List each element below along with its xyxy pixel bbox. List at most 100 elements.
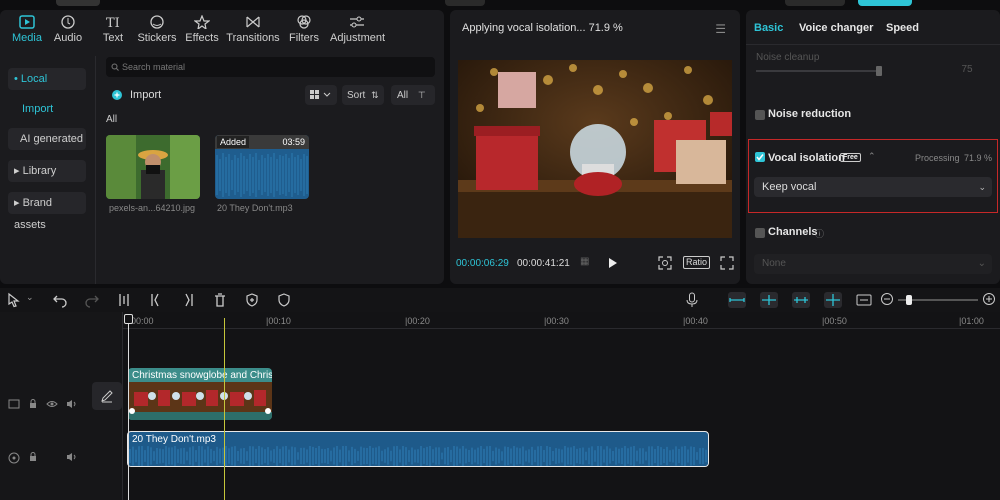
clip-handle-left[interactable] [129,408,135,414]
tab-label: Effects [185,32,219,44]
shield-plus-icon[interactable] [244,292,260,308]
tab-basic[interactable]: Basic [754,22,783,34]
audio-clip[interactable]: 20 They Don't.mp3 [127,431,709,467]
split-left-icon[interactable] [148,292,164,308]
tab-voice-changer[interactable]: Voice changer [799,22,873,34]
delete-icon[interactable] [212,292,228,308]
edit-cover-button[interactable] [92,382,122,410]
sidebar-item-library[interactable]: ▸ Library [8,160,86,182]
microphone-icon[interactable] [684,292,700,308]
audio-waveform [128,446,708,466]
info-icon[interactable]: ⓘ [815,227,824,240]
sort-icon: ⇅ [371,90,379,100]
eye-icon[interactable] [46,399,58,409]
lock-icon[interactable] [28,399,38,409]
ruler-label: 00:00 [131,316,154,326]
keep-vocal-select[interactable]: Keep vocal ⌄ [754,177,992,197]
fit-screen-icon[interactable] [658,256,672,270]
slider-handle[interactable] [876,66,882,76]
section-label-all: All [106,114,118,125]
waveform-icon [216,153,308,197]
asset-thumbnail-photo[interactable] [106,135,200,199]
filter-button[interactable]: All ⊤ [391,85,435,105]
vocal-isolation-checkbox[interactable] [755,152,765,162]
snap-toggle[interactable] [792,292,810,308]
split-icon[interactable] [116,292,132,308]
text-icon: TI [106,16,120,29]
zoom-in-icon[interactable] [982,292,998,308]
caption-icon[interactable] [856,292,872,308]
noise-cleanup-slider[interactable] [756,70,880,72]
playhead-handle[interactable] [124,314,133,324]
speaker-icon[interactable] [66,452,78,462]
view-mode-button[interactable] [305,85,337,105]
tab-speed[interactable]: Speed [886,22,919,34]
play-icon[interactable] [606,257,618,269]
redo-icon[interactable] [84,292,100,308]
tab-filters[interactable]: Filters [277,10,331,58]
asset-name: pexels-an...64210.jpg [109,203,196,213]
speaker-icon[interactable] [66,399,78,409]
magnet-toggle[interactable] [760,292,778,308]
media-panel: Media Audio TI Text Stickers Effects Tra… [0,10,444,284]
transitions-icon [246,16,260,28]
lock-icon[interactable] [28,452,38,462]
sort-button[interactable]: Sort ⇅ [342,85,384,105]
chevron-up-icon[interactable]: ⌃ [868,151,876,162]
tab-label: Filters [289,32,319,44]
sidebar-item-local[interactable]: • Local [8,68,86,90]
search-input[interactable]: Search material [106,57,435,77]
export-button[interactable] [858,0,912,6]
properties-panel: Basic Voice changer Speed Noise cleanup … [746,10,1000,284]
ratio-button[interactable]: Ratio [683,256,711,269]
zoom-out-icon[interactable] [880,292,896,308]
timeline: 00:00 |00:10 |00:20 |00:30 |00:40 |00:50… [0,312,1000,500]
ruler-label: |01:00 [959,316,984,326]
split-right-icon[interactable] [180,292,196,308]
project-title [445,0,485,6]
menu-button[interactable] [56,0,100,6]
tab-effects[interactable]: Effects [175,10,229,58]
link-toggle[interactable] [728,292,746,308]
fullscreen-icon[interactable] [720,256,734,270]
tab-adjustment[interactable]: Adjustment [330,10,385,58]
shortcut-button[interactable] [785,0,845,6]
video-frame-image [458,60,732,238]
vocal-isolation-label: Vocal isolation [768,152,845,164]
media-icon [19,15,35,29]
channels-value: None [762,258,786,269]
import-button[interactable]: Import [106,85,168,105]
pointer-icon[interactable] [6,292,22,308]
filter-label: All [397,90,409,101]
preview-axis-toggle[interactable] [824,292,842,308]
clip-handle-right[interactable] [265,408,271,414]
sidebar-item-ai-generated[interactable]: AI generated [8,128,86,150]
tab-transitions[interactable]: Transitions [226,10,280,58]
zoom-slider-handle[interactable] [906,295,912,305]
menu-icon[interactable]: ☰ [715,22,726,36]
asset-thumbnail-audio[interactable]: Added 03:59 [215,135,309,199]
chevron-down-icon[interactable]: ⌄ [26,292,42,308]
photo-thumbnail-image [106,135,200,199]
adjustment-icon [350,16,364,28]
sidebar-item-brand-assets[interactable]: ▸ Brand assets [8,192,86,231]
channels-checkbox[interactable] [755,228,765,238]
ruler-label: |00:40 [683,316,708,326]
undo-icon[interactable] [52,292,68,308]
snap-icon [794,297,808,303]
sidebar-item-import[interactable]: Import [8,98,86,120]
import-label: Import [130,89,162,101]
tab-label: Transitions [226,32,280,44]
video-clip[interactable]: Christmas snowglobe and Christmas [128,368,272,420]
frame-icon[interactable]: ▦ [580,256,589,267]
shield-icon[interactable] [276,292,292,308]
filters-icon [297,15,311,29]
track-headers [0,312,123,500]
playhead[interactable] [128,318,129,500]
channels-select[interactable]: None ⌄ [754,254,992,274]
noise-value[interactable]: 75 [942,64,992,78]
tab-divider [746,44,1000,45]
noise-reduction-checkbox[interactable] [755,110,765,120]
check-icon [756,154,764,161]
added-badge: Added [217,136,250,148]
